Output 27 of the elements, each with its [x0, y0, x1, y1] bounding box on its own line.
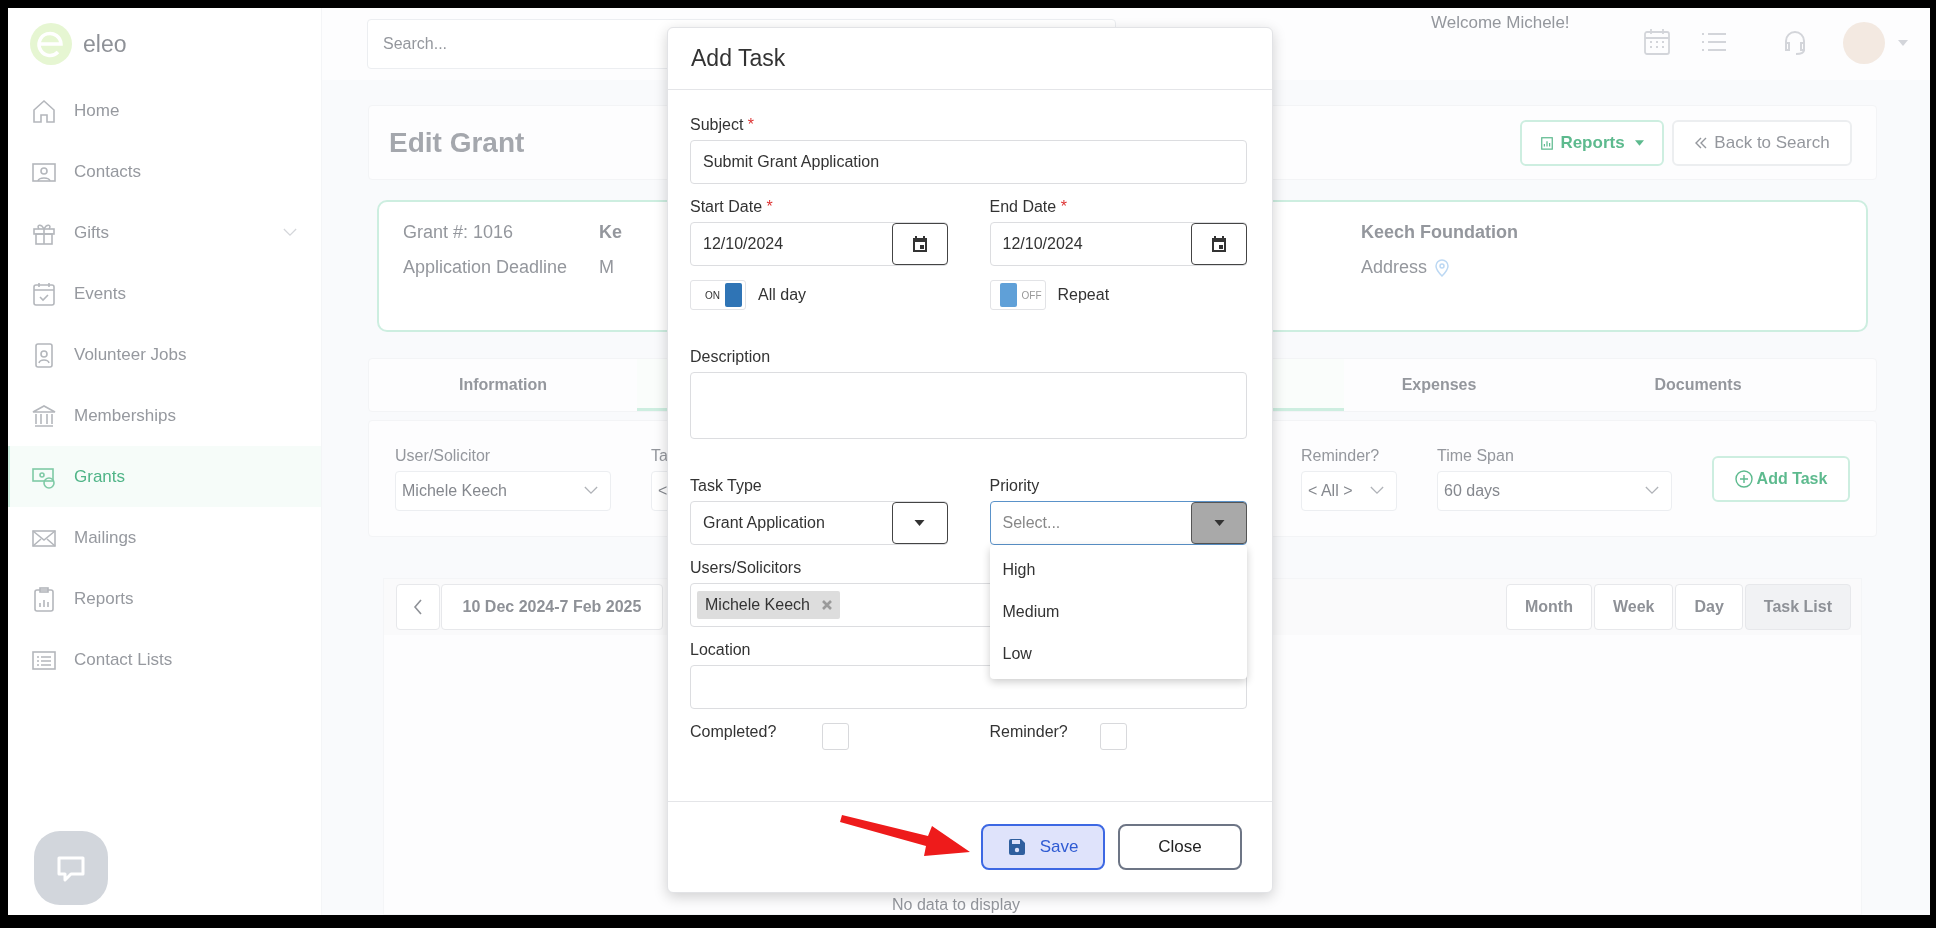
toggle-label: All day: [758, 286, 807, 304]
grant-field-text: M: [599, 257, 614, 278]
page-title: Edit Grant: [389, 126, 525, 159]
empty-message: No data to display: [892, 896, 1021, 914]
grant-field-title: Keech Foundation: [1361, 222, 1518, 243]
field-label: Subject *: [690, 116, 755, 134]
field-label: Users/Solicitors: [690, 559, 802, 577]
filter-label: User/Solicitor: [395, 446, 492, 465]
dialog-title: Add Task: [691, 45, 786, 72]
filter-label: Reminder?: [1301, 446, 1381, 465]
user-tag: Michele Keech: [697, 591, 840, 619]
grant-field-text: Application Deadline: [403, 257, 568, 278]
checkbox-label: Reminder?: [989, 723, 1069, 741]
field-label: Task Type: [690, 477, 762, 495]
toggle-label: Repeat: [1057, 286, 1110, 304]
logo-text: eleo: [83, 30, 127, 58]
welcome-text: Welcome Michele!: [1431, 13, 1570, 33]
grant-field-text: Address: [1361, 257, 1428, 278]
checkbox-label: Completed?: [690, 723, 778, 741]
field-label: Start Date *: [690, 198, 773, 216]
field-label: Location: [690, 641, 751, 659]
field-label: Priority: [989, 477, 1040, 495]
field-label: End Date *: [989, 198, 1067, 216]
field-label: Description: [690, 348, 771, 366]
filter-label: Ta: [651, 446, 669, 465]
grant-field-title: Grant #: 1016: [403, 222, 515, 243]
filter-label: Time Span: [1437, 446, 1515, 465]
